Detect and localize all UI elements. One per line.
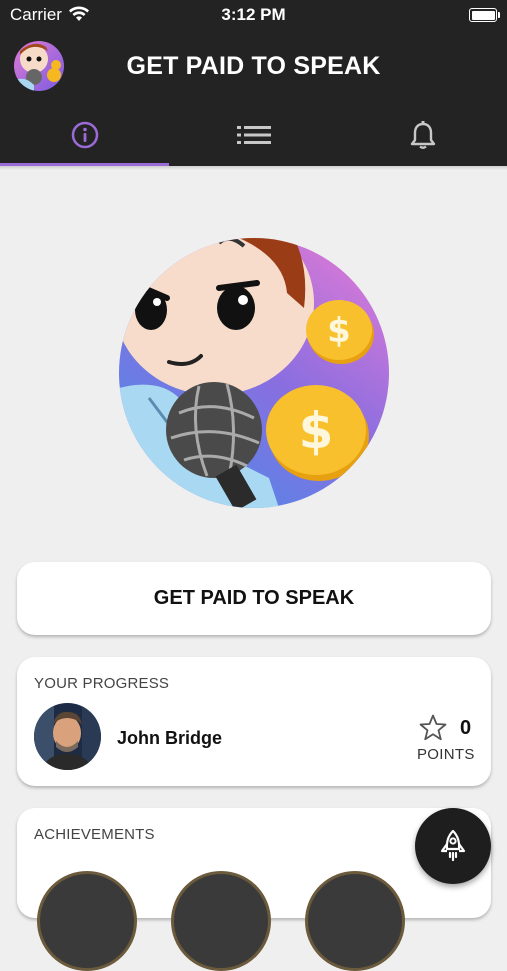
rocket-icon <box>440 829 466 862</box>
tab-info[interactable] <box>0 104 169 166</box>
points-value: 0 <box>460 717 472 739</box>
rocket-fab-button[interactable] <box>415 808 491 884</box>
list-icon <box>236 126 271 144</box>
tab-list[interactable] <box>169 104 338 166</box>
points-label: POINTS <box>417 746 475 763</box>
svg-text:$: $ <box>327 311 351 351</box>
user-avatar[interactable] <box>34 703 101 770</box>
mascot-illustration: $ $ <box>119 238 389 508</box>
progress-section-title: YOUR PROGRESS <box>34 675 170 692</box>
bell-icon <box>410 121 435 149</box>
star-icon <box>419 714 447 741</box>
tab-bar <box>0 104 507 166</box>
app-header: GET PAID TO SPEAK <box>0 32 507 104</box>
achievement-badge[interactable] <box>37 871 137 971</box>
info-icon <box>71 121 98 149</box>
get-paid-to-speak-button[interactable]: GET PAID TO SPEAK <box>17 562 491 635</box>
get-paid-to-speak-label: GET PAID TO SPEAK <box>153 587 355 609</box>
tab-notifications[interactable] <box>338 104 507 166</box>
battery-icon <box>469 8 500 22</box>
svg-text:$: $ <box>299 402 334 460</box>
page-title: GET PAID TO SPEAK <box>126 52 381 80</box>
achievements-section-title: ACHIEVEMENTS <box>34 826 155 843</box>
achievement-badge[interactable] <box>305 871 405 971</box>
user-name: John Bridge <box>117 728 223 748</box>
status-bar: Carrier 3:12 PM <box>0 0 507 32</box>
clock: 3:12 PM <box>221 5 286 24</box>
progress-card: YOUR PROGRESS John Bridge 0 POINTS <box>17 657 491 786</box>
achievement-badge[interactable] <box>171 871 271 971</box>
